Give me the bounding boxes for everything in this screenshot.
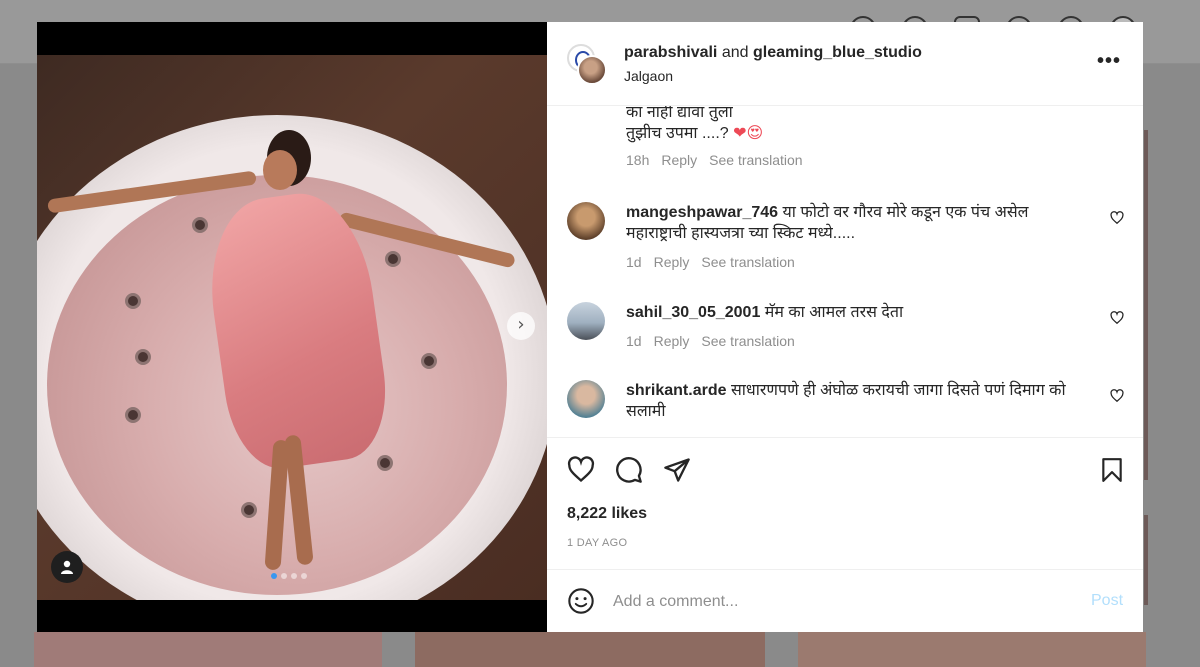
comment-input[interactable] [613, 589, 1063, 615]
comment-text: shrikant.arde साधारणपणे ही अंघोळ करायची … [626, 380, 1086, 422]
comment-body: mangeshpawar_746 या फोटो वर गौरव मोरे कड… [626, 202, 1086, 270]
background-grid-tile [415, 632, 765, 667]
comment-time[interactable]: 1d [626, 254, 642, 270]
reply-button[interactable]: Reply [661, 152, 697, 168]
see-translation-button[interactable]: See translation [701, 254, 794, 270]
photo-jet [135, 349, 151, 365]
author-avatars[interactable] [567, 44, 609, 86]
post-modal: › parabshivali and gleaming_blue_studio … [37, 22, 1143, 632]
carousel-dot [291, 573, 297, 579]
photo-jet [125, 293, 141, 309]
photo-jet [385, 251, 401, 267]
avatar[interactable] [567, 380, 605, 418]
tagged-users-button[interactable] [51, 551, 83, 583]
avatar [577, 55, 607, 85]
comment-time[interactable]: 18h [626, 152, 649, 168]
emoji-icon[interactable] [567, 587, 595, 615]
photo-jet [241, 502, 257, 518]
carousel-dot [281, 573, 287, 579]
post-comment-button[interactable]: Post [1091, 592, 1123, 610]
collaborator-username-link[interactable]: gleaming_blue_studio [753, 44, 922, 61]
post-details-panel: parabshivali and gleaming_blue_studio Ja… [547, 22, 1143, 632]
more-options-button[interactable]: ••• [1097, 50, 1121, 73]
avatar[interactable] [567, 202, 605, 240]
photo-face [263, 150, 297, 190]
author-joiner: and [721, 44, 749, 61]
background-grid-tile [1144, 515, 1148, 605]
comment-body: sahil_30_05_2001 मॅम का आमल तरस देता 1d … [626, 302, 1086, 349]
comments-list[interactable]: का नाही द्यावा तुला तुझीच उपमा ....? ❤😍 … [547, 106, 1143, 437]
comment-meta: 1d Reply See translation [626, 254, 1086, 270]
background-grid-tile [798, 632, 1146, 667]
comment-time[interactable]: 1d [626, 333, 642, 349]
location-link[interactable]: Jalgaon [624, 68, 673, 84]
comment-username-link[interactable]: shrikant.arde [626, 382, 726, 399]
save-bookmark-icon[interactable] [1099, 456, 1125, 484]
post-actions: 8,222 likes 1 DAY AGO [547, 437, 1143, 570]
see-translation-button[interactable]: See translation [709, 152, 802, 168]
post-media: › [37, 22, 547, 632]
like-count[interactable]: 8,222 likes [567, 505, 647, 523]
photo-jet [125, 407, 141, 423]
like-comment-heart-icon[interactable] [1110, 389, 1124, 403]
post-timestamp: 1 DAY AGO [567, 537, 628, 549]
comment-text: का नाही द्यावा तुला तुझीच उपमा ....? ❤😍 [626, 106, 803, 144]
comment-line: तुझीच उपमा ....? ❤😍 [626, 123, 803, 144]
author-line: parabshivali and gleaming_blue_studio [624, 44, 922, 62]
carousel-dot [271, 573, 277, 579]
comment-emoji: ❤😍 [733, 125, 764, 142]
carousel-dot [301, 573, 307, 579]
comment-username-link[interactable]: mangeshpawar_746 [626, 204, 778, 221]
comment-username-link[interactable]: sahil_30_05_2001 [626, 304, 760, 321]
photo-jet [421, 353, 437, 369]
comment-bubble-icon[interactable] [615, 456, 643, 484]
like-heart-icon[interactable] [567, 456, 595, 484]
user-icon [61, 560, 73, 574]
share-paper-plane-icon[interactable] [663, 456, 691, 484]
comment-item: का नाही द्यावा तुला तुझीच उपमा ....? ❤😍 … [626, 106, 803, 168]
photo-jet [192, 217, 208, 233]
like-comment-heart-icon[interactable] [1110, 311, 1124, 325]
background-grid-tile [1144, 130, 1148, 480]
carousel-dots [271, 573, 307, 579]
comment-composer: Post [547, 569, 1143, 632]
reply-button[interactable]: Reply [654, 254, 690, 270]
avatar[interactable] [567, 302, 605, 340]
background-grid-tile [34, 632, 382, 667]
author-username-link[interactable]: parabshivali [624, 44, 717, 61]
like-comment-heart-icon[interactable] [1110, 211, 1124, 225]
see-translation-button[interactable]: See translation [701, 333, 794, 349]
reply-button[interactable]: Reply [654, 333, 690, 349]
photo-jet [377, 455, 393, 471]
comment-line-text: तुझीच उपमा ....? [626, 125, 729, 142]
comment-body: shrikant.arde साधारणपणे ही अंघोळ करायची … [626, 380, 1086, 422]
comment-meta: 1d Reply See translation [626, 333, 1086, 349]
comment-line: का नाही द्यावा तुला [626, 106, 733, 121]
post-photo[interactable] [37, 55, 547, 600]
comment-meta: 18h Reply See translation [626, 152, 803, 168]
post-header: parabshivali and gleaming_blue_studio Ja… [547, 22, 1143, 106]
comment-content: मॅम का आमल तरस देता [764, 304, 904, 321]
comment-text: mangeshpawar_746 या फोटो वर गौरव मोरे कड… [626, 202, 1086, 244]
comment-text: sahil_30_05_2001 मॅम का आमल तरस देता [626, 302, 1086, 323]
carousel-next-button[interactable]: › [507, 312, 535, 340]
